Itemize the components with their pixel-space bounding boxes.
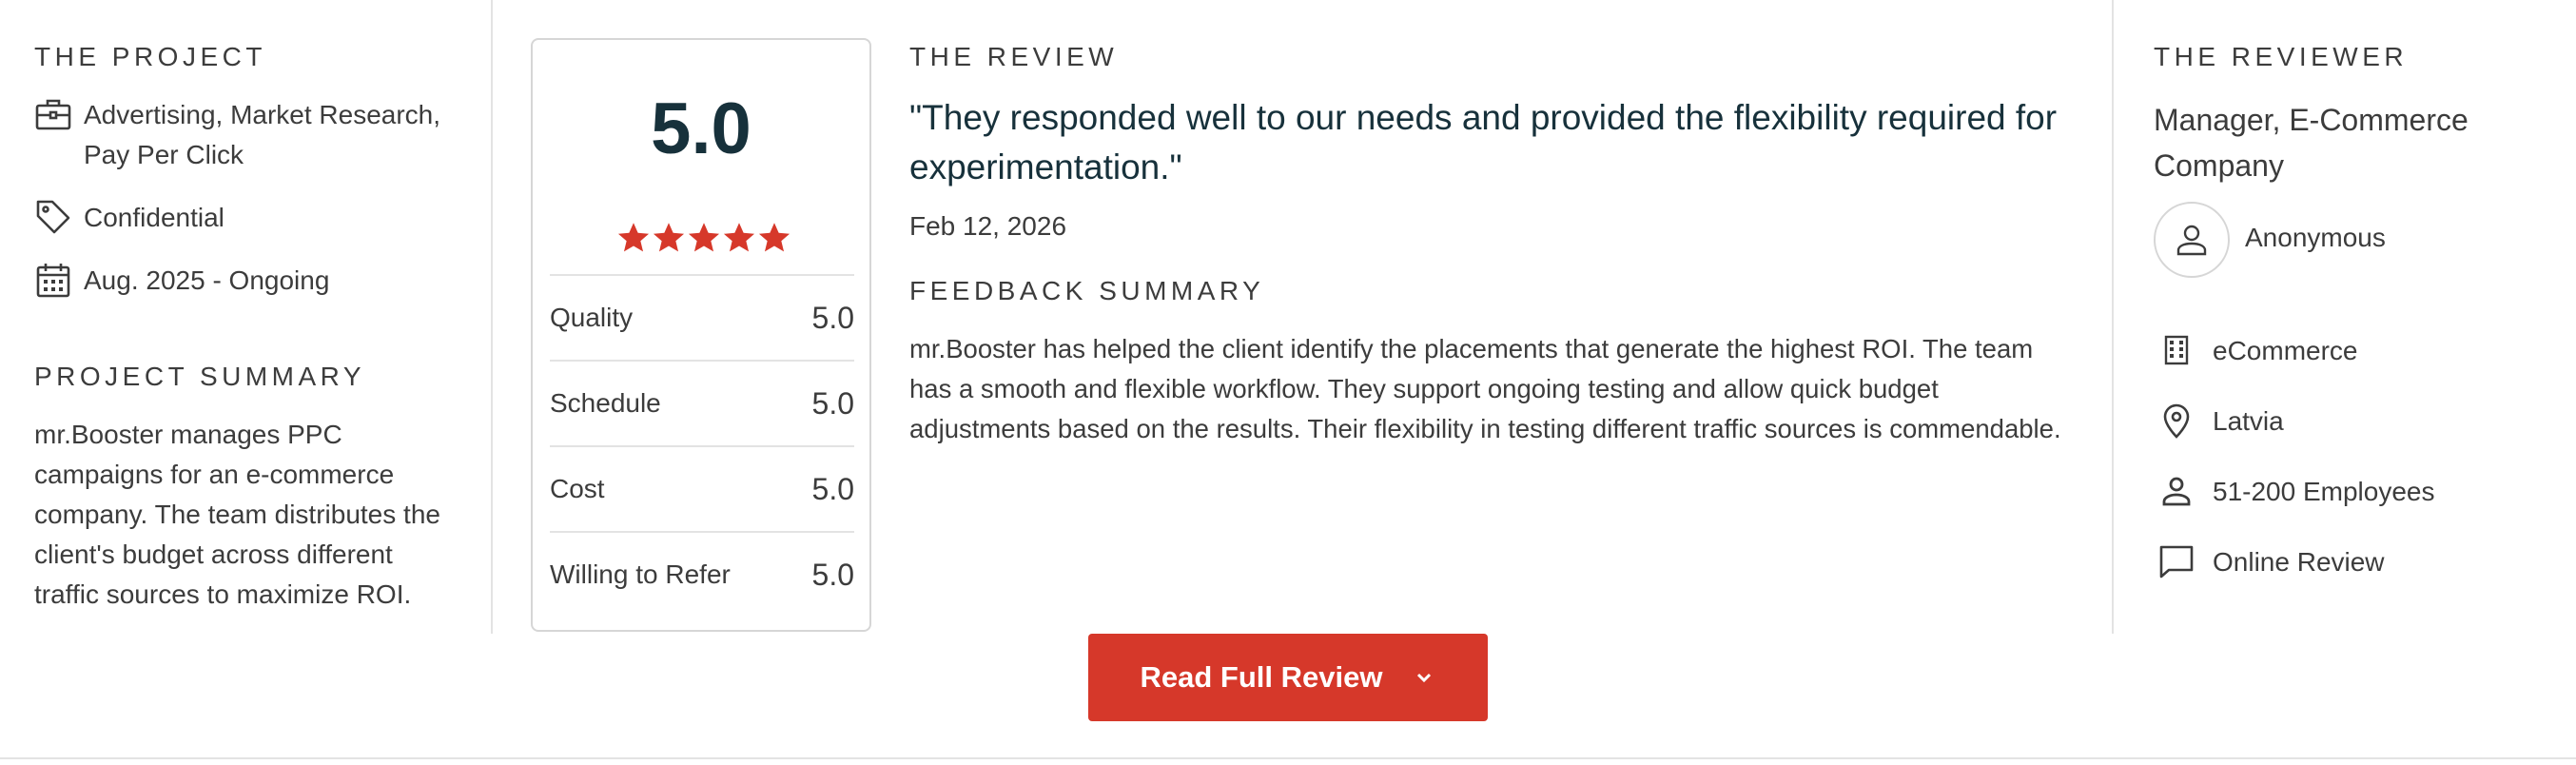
star-icon (687, 221, 721, 255)
reviewer-source-label: Online Review (2213, 547, 2385, 577)
map-pin-icon (2157, 402, 2195, 440)
read-full-review-button[interactable]: Read Full Review (1088, 634, 1488, 721)
reviewer-company-size: 51-200 Employees (2157, 472, 2434, 512)
reviewer-title: Manager, E-Commerce Company (2154, 103, 2469, 183)
reviewer-source: Online Review (2157, 542, 2385, 582)
reviewer-heading: THE REVIEWER (2154, 42, 2409, 71)
project-services: Advertising, Market Research, Pay Per Cl… (34, 95, 440, 175)
feedback-summary-text: mr.Booster has helped the client identif… (909, 334, 2061, 443)
score-row-cost: Cost 5.0 (550, 445, 854, 531)
building-icon (2157, 331, 2195, 369)
overall-rating: 5.0 (651, 88, 751, 169)
briefcase-icon (34, 95, 72, 133)
score-label: Quality (550, 303, 634, 332)
avatar (2154, 202, 2230, 278)
feedback-summary-heading: FEEDBACK SUMMARY (909, 276, 1265, 305)
review-heading: THE REVIEW (909, 42, 1119, 71)
score-value: 5.0 (811, 385, 854, 421)
read-full-review-label: Read Full Review (1140, 660, 1383, 694)
column-divider (2112, 0, 2114, 634)
user-icon (2176, 225, 2207, 256)
project-budget: Confidential (34, 198, 224, 238)
star-icon (616, 221, 651, 255)
review-date: Feb 12, 2026 (909, 211, 1067, 241)
chat-bubble-icon (2157, 542, 2195, 580)
column-divider (491, 0, 493, 634)
star-rating (616, 221, 791, 255)
reviewer-location-label: Latvia (2213, 406, 2284, 436)
star-icon (722, 221, 756, 255)
score-label: Schedule (550, 388, 661, 418)
person-icon (2157, 472, 2195, 510)
tag-icon (34, 198, 72, 236)
score-value: 5.0 (811, 471, 854, 506)
chevron-down-icon (1417, 673, 1432, 683)
score-value: 5.0 (811, 300, 854, 335)
reviewer-name: Anonymous (2245, 223, 2386, 252)
project-heading: THE PROJECT (34, 42, 266, 71)
project-summary-heading: PROJECT SUMMARY (34, 362, 366, 391)
score-row-schedule: Schedule 5.0 (550, 360, 854, 445)
project-timeline-label: Aug. 2025 - Ongoing (84, 265, 330, 295)
review-card: THE PROJECT Advertising, Market Research… (0, 0, 2576, 759)
project-services-label-line2: Pay Per Click (84, 140, 244, 169)
reviewer-company-size-label: 51-200 Employees (2213, 477, 2435, 506)
reviewer-industry: eCommerce (2157, 331, 2357, 371)
rating-box: 5.0 Quality 5.0 Schedule 5.0 Cost 5.0 Wi… (531, 38, 871, 632)
score-value: 5.0 (811, 557, 854, 592)
score-row-willing-to-refer: Willing to Refer 5.0 (550, 531, 854, 617)
score-label: Willing to Refer (550, 559, 731, 589)
project-timeline: Aug. 2025 - Ongoing (34, 261, 329, 301)
score-row-quality: Quality 5.0 (550, 274, 854, 360)
score-label: Cost (550, 474, 605, 503)
reviewer-location: Latvia (2157, 402, 2284, 441)
project-summary-text: mr.Booster manages PPC campaigns for an … (34, 420, 440, 609)
calendar-icon (34, 261, 72, 299)
star-icon (757, 221, 791, 255)
project-budget-label: Confidential (84, 203, 224, 232)
star-icon (652, 221, 686, 255)
review-quote: "They responded well to our needs and pr… (909, 98, 2058, 186)
reviewer-industry-label: eCommerce (2213, 336, 2358, 365)
project-services-label: Advertising, Market Research, (84, 100, 441, 129)
